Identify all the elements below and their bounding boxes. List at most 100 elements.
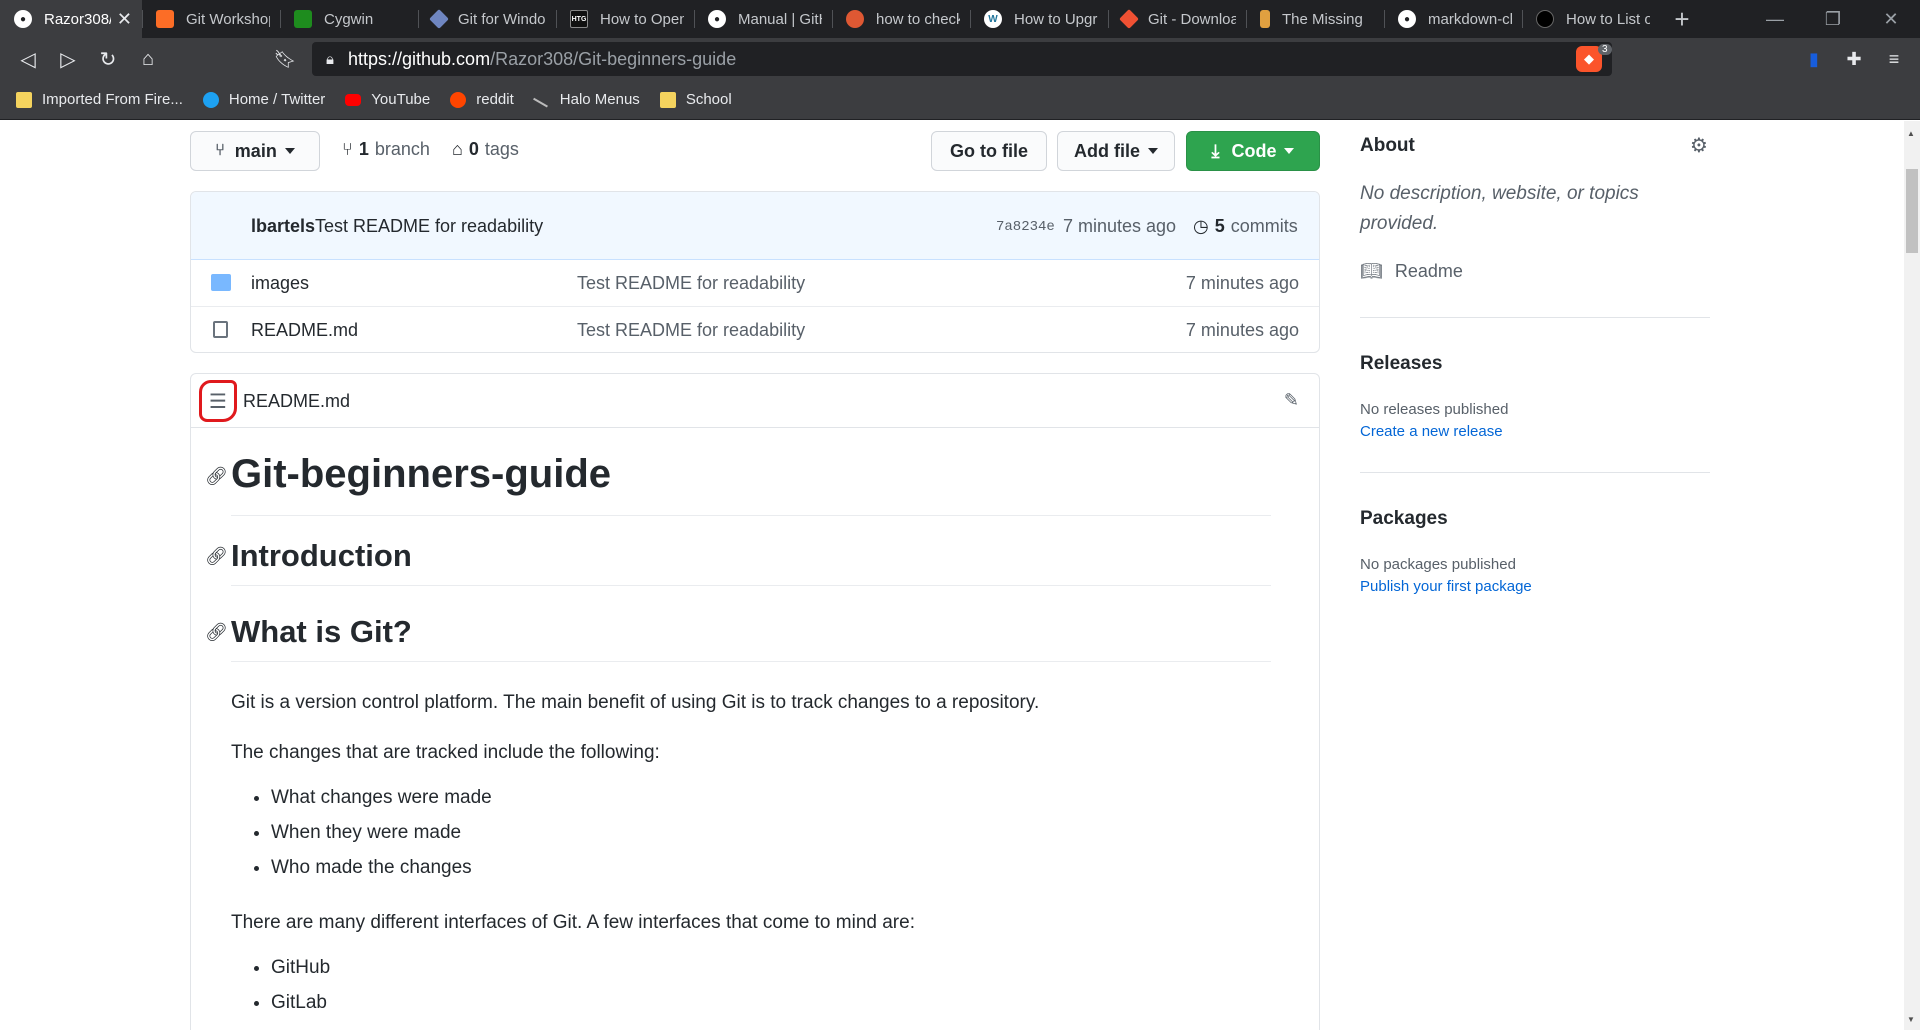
- publish-package-link[interactable]: Publish your first package: [1360, 578, 1532, 595]
- forward-icon[interactable]: ▷: [48, 41, 88, 77]
- tags-link[interactable]: ⌂ 0 tags: [452, 139, 519, 160]
- scroll-down-icon[interactable]: ▼: [1907, 1015, 1915, 1024]
- heading-text: What is Git?: [231, 614, 412, 649]
- branch-label: branch: [374, 139, 430, 159]
- readme-h2-introduction: 🔗︎ Introduction: [205, 538, 1271, 586]
- releases-title[interactable]: Releases: [1360, 353, 1442, 375]
- create-release-link[interactable]: Create a new release: [1360, 423, 1503, 440]
- extensions-puzzle-icon[interactable]: ✚: [1838, 44, 1870, 74]
- bookmark-label: Halo Menus: [559, 91, 640, 108]
- releases-none: No releases published: [1360, 401, 1509, 418]
- history-icon: ◷: [1193, 216, 1209, 236]
- browser-tab[interactable]: Git Workshop: [142, 0, 280, 38]
- bookmark-page-icon[interactable]: 🔖︎: [270, 44, 300, 74]
- add-file-button[interactable]: Add file: [1057, 131, 1175, 171]
- bookmark-reddit[interactable]: reddit: [450, 91, 514, 108]
- tab-strip: ● Razor308/ ✕ Git Workshop Cygwin Git fo…: [0, 0, 1920, 38]
- git-branch-icon: ⑂: [342, 139, 353, 159]
- add-file-label: Add file: [1074, 140, 1140, 161]
- shield-count-badge: 3: [1598, 44, 1612, 55]
- scrollbar-thumb[interactable]: [1906, 169, 1918, 253]
- browser-tab[interactable]: How to List o: [1522, 0, 1660, 38]
- home-icon[interactable]: ⌂: [128, 41, 168, 77]
- extensions-area: ▮ ✚ ≡: [1798, 44, 1910, 74]
- commit-message[interactable]: Test README for readability: [315, 216, 543, 237]
- browser-toolbar: ◁ ▷ ↻ ⌂ 🔖︎ 🔒︎ https://github.com/Razor30…: [0, 38, 1920, 80]
- new-tab-button[interactable]: +: [1660, 0, 1704, 38]
- bookmark-halo-menus[interactable]: Halo Menus: [532, 91, 640, 108]
- tab-title: Git - Downloa: [1148, 10, 1236, 28]
- paragraph: The changes that are tracked include the…: [231, 742, 660, 763]
- packages-none: No packages published: [1360, 556, 1516, 573]
- tab-title: How to Open: [600, 10, 684, 28]
- halo-icon: [532, 92, 551, 107]
- link-icon[interactable]: 🔗︎: [205, 546, 228, 567]
- browser-tab[interactable]: HTG How to Open: [556, 0, 694, 38]
- bookmark-imported[interactable]: Imported From Fire...: [16, 91, 183, 108]
- browser-tab[interactable]: The Missing: [1246, 0, 1384, 38]
- close-tab-icon[interactable]: ✕: [117, 9, 132, 30]
- browser-tab[interactable]: W How to Upgr: [970, 0, 1108, 38]
- latest-commit-bar: lbartels Test README for readability 7a8…: [191, 192, 1319, 260]
- minimize-icon[interactable]: —: [1746, 0, 1804, 38]
- file-commit-message[interactable]: Test README for readability: [577, 320, 805, 341]
- browser-tab-active[interactable]: ● Razor308/ ✕: [0, 0, 142, 38]
- tab-title: Git for Windo: [458, 10, 546, 28]
- code-button[interactable]: ⤓ Code: [1186, 131, 1320, 171]
- file-commit-message[interactable]: Test README for readability: [577, 273, 805, 294]
- browser-tab[interactable]: ● Manual | GitH: [694, 0, 832, 38]
- address-bar[interactable]: 🔒︎ https://github.com/Razor308/Git-begin…: [312, 42, 1612, 76]
- browser-tab[interactable]: Git - Downloa: [1108, 0, 1246, 38]
- bitwarden-icon[interactable]: ▮: [1798, 44, 1830, 74]
- tab-title: markdown-ch: [1428, 10, 1512, 28]
- commit-sha[interactable]: 7a8234e: [996, 219, 1055, 235]
- file-name[interactable]: README.md: [251, 320, 358, 341]
- bookmark-twitter[interactable]: Home / Twitter: [202, 91, 325, 108]
- readme-link-label: Readme: [1394, 261, 1463, 281]
- packages-title[interactable]: Packages: [1360, 508, 1448, 530]
- menu-icon[interactable]: ≡: [1878, 44, 1910, 74]
- htg-icon: HTG: [570, 10, 588, 28]
- browser-tab[interactable]: Cygwin: [280, 0, 418, 38]
- bookmark-school[interactable]: School: [659, 91, 732, 108]
- scroll-up-icon[interactable]: ▲: [1907, 129, 1915, 138]
- commits-link[interactable]: ◷ 5 commits: [1193, 216, 1298, 237]
- download-icon: ⤓: [1211, 140, 1220, 161]
- folder-icon: [211, 274, 231, 291]
- tab-title: how to check: [876, 10, 960, 28]
- cygwin-icon: [294, 10, 312, 28]
- gear-icon[interactable]: ⚙: [1690, 133, 1708, 158]
- bookmark-youtube[interactable]: YouTube: [345, 91, 430, 108]
- list-item: Who made the changes: [271, 850, 492, 885]
- browser-tab[interactable]: how to check: [832, 0, 970, 38]
- back-icon[interactable]: ◁: [8, 41, 48, 77]
- interfaces-list: GitHub GitLab: [271, 950, 330, 1020]
- commit-age: 7 minutes ago: [1063, 216, 1177, 236]
- link-icon[interactable]: 🔗︎: [205, 466, 228, 487]
- readme-link[interactable]: 📖︎ Readme: [1360, 261, 1463, 282]
- browser-tab[interactable]: ● markdown-ch: [1384, 0, 1522, 38]
- branch-select-button[interactable]: ⑂ main: [190, 131, 320, 171]
- page-scrollbar[interactable]: ▲ ▼: [1904, 121, 1920, 1030]
- file-name[interactable]: images: [251, 273, 309, 294]
- restore-icon[interactable]: ❐: [1804, 0, 1862, 38]
- list-item: GitHub: [271, 950, 330, 985]
- tab-title: How to Upgr: [1014, 10, 1098, 28]
- go-to-file-button[interactable]: Go to file: [931, 131, 1047, 171]
- reload-icon[interactable]: ↻: [88, 41, 128, 77]
- commit-author[interactable]: lbartels: [251, 216, 315, 237]
- browser-tab[interactable]: Git for Windo: [418, 0, 556, 38]
- heading-text: Introduction: [231, 538, 412, 573]
- link-icon[interactable]: 🔗︎: [205, 622, 228, 643]
- divider: [1360, 317, 1710, 318]
- book-icon: 📖︎: [1360, 261, 1383, 281]
- bookmark-label: School: [685, 91, 732, 108]
- edit-pencil-icon[interactable]: ✎: [1284, 390, 1299, 411]
- table-of-contents-icon[interactable]: ☰: [199, 380, 237, 422]
- wordpress-icon: W: [984, 10, 1002, 28]
- window-close-icon[interactable]: ✕: [1862, 0, 1920, 38]
- tag-label: tags: [484, 139, 519, 159]
- branches-link[interactable]: ⑂ 1 branch: [342, 139, 430, 160]
- bookmark-label: reddit: [476, 91, 514, 108]
- changes-list: What changes were made When they were ma…: [271, 780, 492, 885]
